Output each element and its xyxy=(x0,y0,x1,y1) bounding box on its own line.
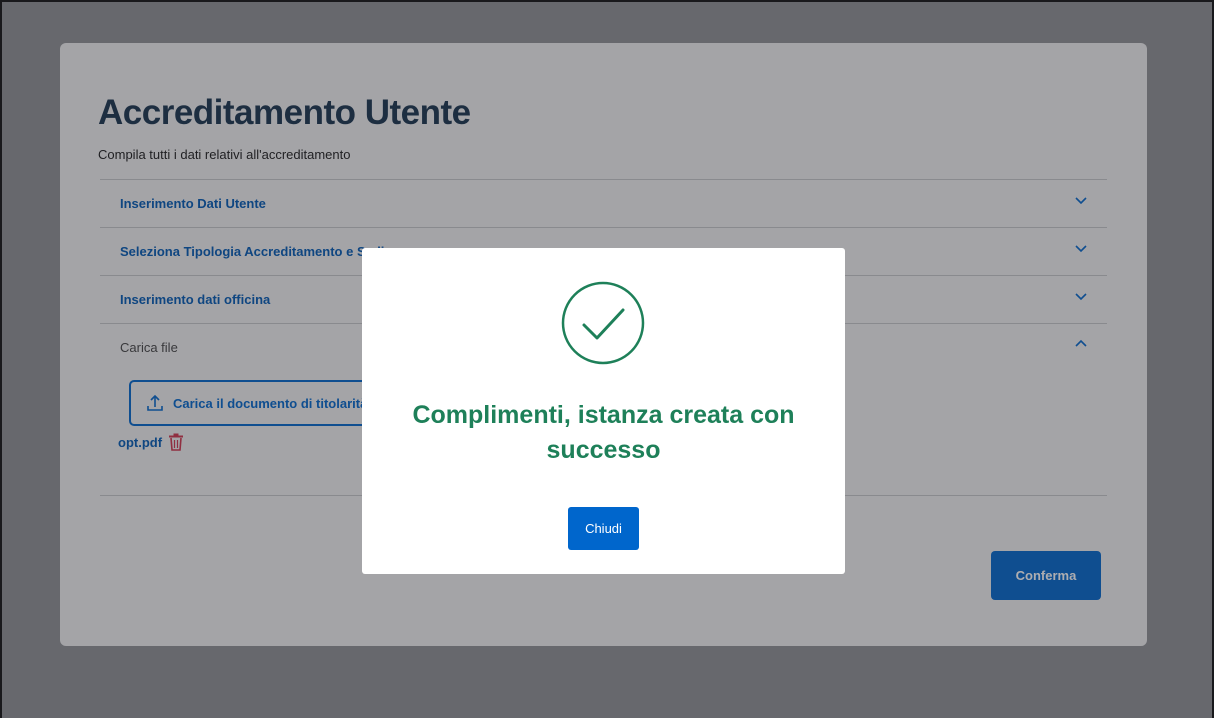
check-circle-icon xyxy=(561,281,645,365)
success-message: Complimenti, istanza creata con successo xyxy=(412,401,795,464)
close-button[interactable]: Chiudi xyxy=(568,507,639,550)
success-modal: Complimenti, istanza creata con successo… xyxy=(362,248,845,574)
